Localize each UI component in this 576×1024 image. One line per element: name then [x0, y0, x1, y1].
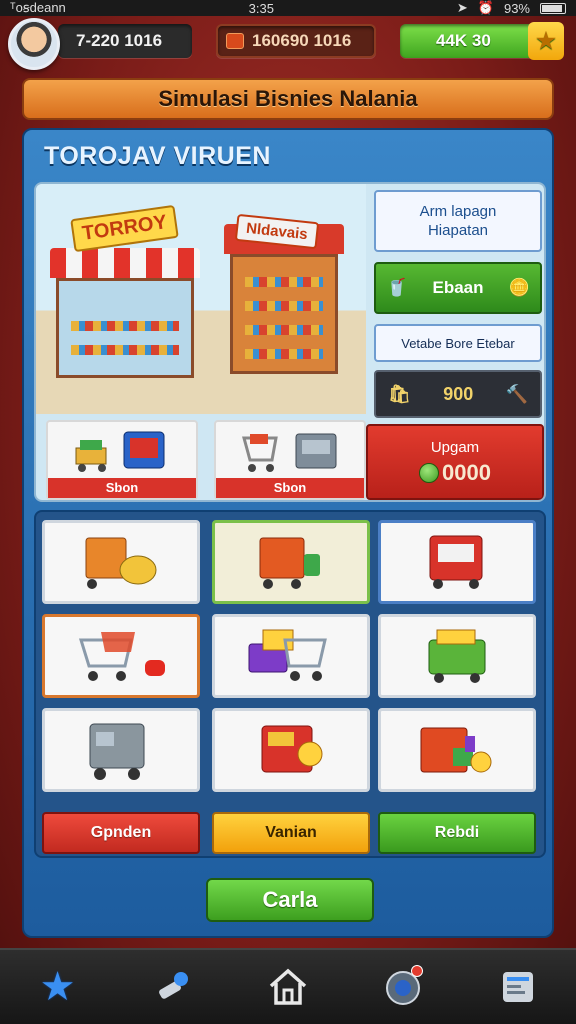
- bag-icon: 🛍: [388, 383, 411, 404]
- info-line-1: Arm lapagn: [419, 202, 497, 220]
- hammer-icon: 🔨: [505, 383, 528, 404]
- buy-goods-button[interactable]: 🥤 Ebaan 🪙: [374, 262, 542, 314]
- upgrade-cost: 0000: [419, 460, 491, 486]
- top-hud: 7-220 1016 160690 1016 44K 30 ★: [0, 18, 576, 70]
- equipment-card-label: Sbon: [48, 478, 196, 498]
- cart-and-register-icon: [75, 431, 165, 472]
- cash-register-icon: [261, 725, 323, 773]
- shelf-goods: [71, 321, 179, 331]
- cash-counter[interactable]: 160690 1016: [216, 24, 376, 58]
- battery-icon: [540, 2, 566, 14]
- star-icon[interactable]: ★: [528, 22, 564, 60]
- item-tile-shopping-cart[interactable]: [212, 614, 370, 698]
- shopping-cart-icon: [248, 629, 327, 681]
- item-tile-goods-stand[interactable]: [378, 708, 536, 792]
- info-box-middle[interactable]: Vetabe Bore Etebar: [374, 324, 542, 362]
- star-icon[interactable]: ★: [32, 961, 84, 1013]
- item-tile-trolley[interactable]: [42, 614, 200, 698]
- tools-icon-svg: [158, 972, 188, 999]
- gems-value: 44K 30: [436, 31, 491, 50]
- store-scene: TORROY Nldavais Sbon Sbon Arm lapagn Hia…: [34, 182, 546, 502]
- cash-value: 160690 1016: [252, 31, 352, 50]
- item-tile-truck[interactable]: [42, 708, 200, 792]
- shelf-goods: [245, 349, 323, 359]
- trolley-icon: [78, 632, 165, 681]
- upgrade-title: Upgam: [430, 438, 480, 456]
- main-panel: TOROJAV VIRUEN TORROY Nldavais Sbon Sbon…: [22, 128, 554, 938]
- info-box-top[interactable]: Arm lapagn Hiapatan: [374, 190, 542, 252]
- battery-percent: 93%: [503, 0, 530, 16]
- upgrade-cost-value: 0000: [442, 459, 491, 485]
- coins-stack-icon: 🪙: [508, 278, 530, 297]
- equipment-card-label: Sbon: [216, 478, 364, 498]
- shop-body: [230, 254, 338, 374]
- goods-stand-icon: [420, 727, 492, 773]
- alarm-icon: ⏰: [477, 0, 494, 15]
- bottom-nav: ★: [0, 948, 576, 1024]
- item-tile-box-cart[interactable]: [212, 520, 370, 604]
- shelf-goods: [71, 345, 179, 355]
- delivery-truck-icon: [89, 723, 145, 780]
- news-icon-svg: [503, 972, 534, 1002]
- equipment-card-2[interactable]: Sbon: [214, 420, 366, 500]
- awning: [50, 248, 200, 278]
- item-tile-food-cart[interactable]: [378, 614, 536, 698]
- shop-building-left: [50, 248, 200, 378]
- main-action-button[interactable]: Carla: [206, 878, 374, 922]
- drink-icon: 🥤: [386, 278, 408, 297]
- home-icon[interactable]: [262, 961, 314, 1013]
- game-title-banner: Simulasi Bisnies Nalania: [22, 78, 554, 120]
- player-avatar[interactable]: [8, 18, 60, 70]
- location-icon: ➤: [456, 0, 468, 15]
- shop-sign-left: TORROY: [70, 204, 179, 253]
- gems-counter[interactable]: 44K 30 ★: [400, 22, 564, 60]
- stock-button[interactable]: 🛍 900 🔨: [374, 370, 542, 418]
- tools-icon[interactable]: [147, 961, 199, 1013]
- equipment-card-1[interactable]: Sbon: [46, 420, 198, 500]
- coins-counter[interactable]: 7-220 1016: [58, 24, 192, 58]
- shelf-goods: [245, 277, 323, 287]
- box-cart-icon: [259, 537, 320, 589]
- shelf-goods: [245, 325, 323, 335]
- green-coin-icon: [419, 462, 440, 483]
- shelf-goods: [245, 301, 323, 311]
- clock: 3:35: [248, 0, 274, 16]
- status-right: ➤ ⏰ 93%: [457, 0, 566, 16]
- item-tile-register[interactable]: [212, 708, 370, 792]
- store-illustration[interactable]: TORROY Nldavais: [36, 184, 366, 414]
- info-line-2: Hiapatan: [427, 222, 489, 239]
- crate-icon: [85, 537, 157, 589]
- home-icon-svg: [269, 968, 307, 1005]
- news-icon[interactable]: [492, 961, 544, 1013]
- status-bar: ᵀoꞩdeann 3:35 ➤ ⏰ 93%: [0, 0, 576, 16]
- action-button-yellow[interactable]: Vanian: [212, 812, 370, 854]
- buy-goods-label: Ebaan: [432, 278, 484, 297]
- item-grid: Gpnden Vanian Rebdi: [34, 510, 546, 858]
- cart-and-machine-icon: [242, 433, 337, 472]
- cash-icon: [226, 33, 244, 49]
- vending-machine-icon: [429, 535, 483, 589]
- carrier-label: ᵀoꞩdeann: [10, 0, 66, 15]
- food-cart-icon: [428, 629, 486, 683]
- camera-icon[interactable]: [377, 961, 429, 1013]
- stock-value: 900: [443, 383, 474, 404]
- upgrade-button[interactable]: Upgam 0000: [366, 424, 544, 500]
- panel-title: TOROJAV VIRUEN: [44, 142, 271, 170]
- action-button-red[interactable]: Gpnden: [42, 812, 200, 854]
- item-tile-vending[interactable]: [378, 520, 536, 604]
- coins-value: 7-220 1016: [76, 31, 163, 50]
- shop-building-right: [224, 224, 344, 374]
- item-tile-crate[interactable]: [42, 520, 200, 604]
- shop-body: [56, 278, 194, 378]
- action-button-green[interactable]: Rebdi: [378, 812, 536, 854]
